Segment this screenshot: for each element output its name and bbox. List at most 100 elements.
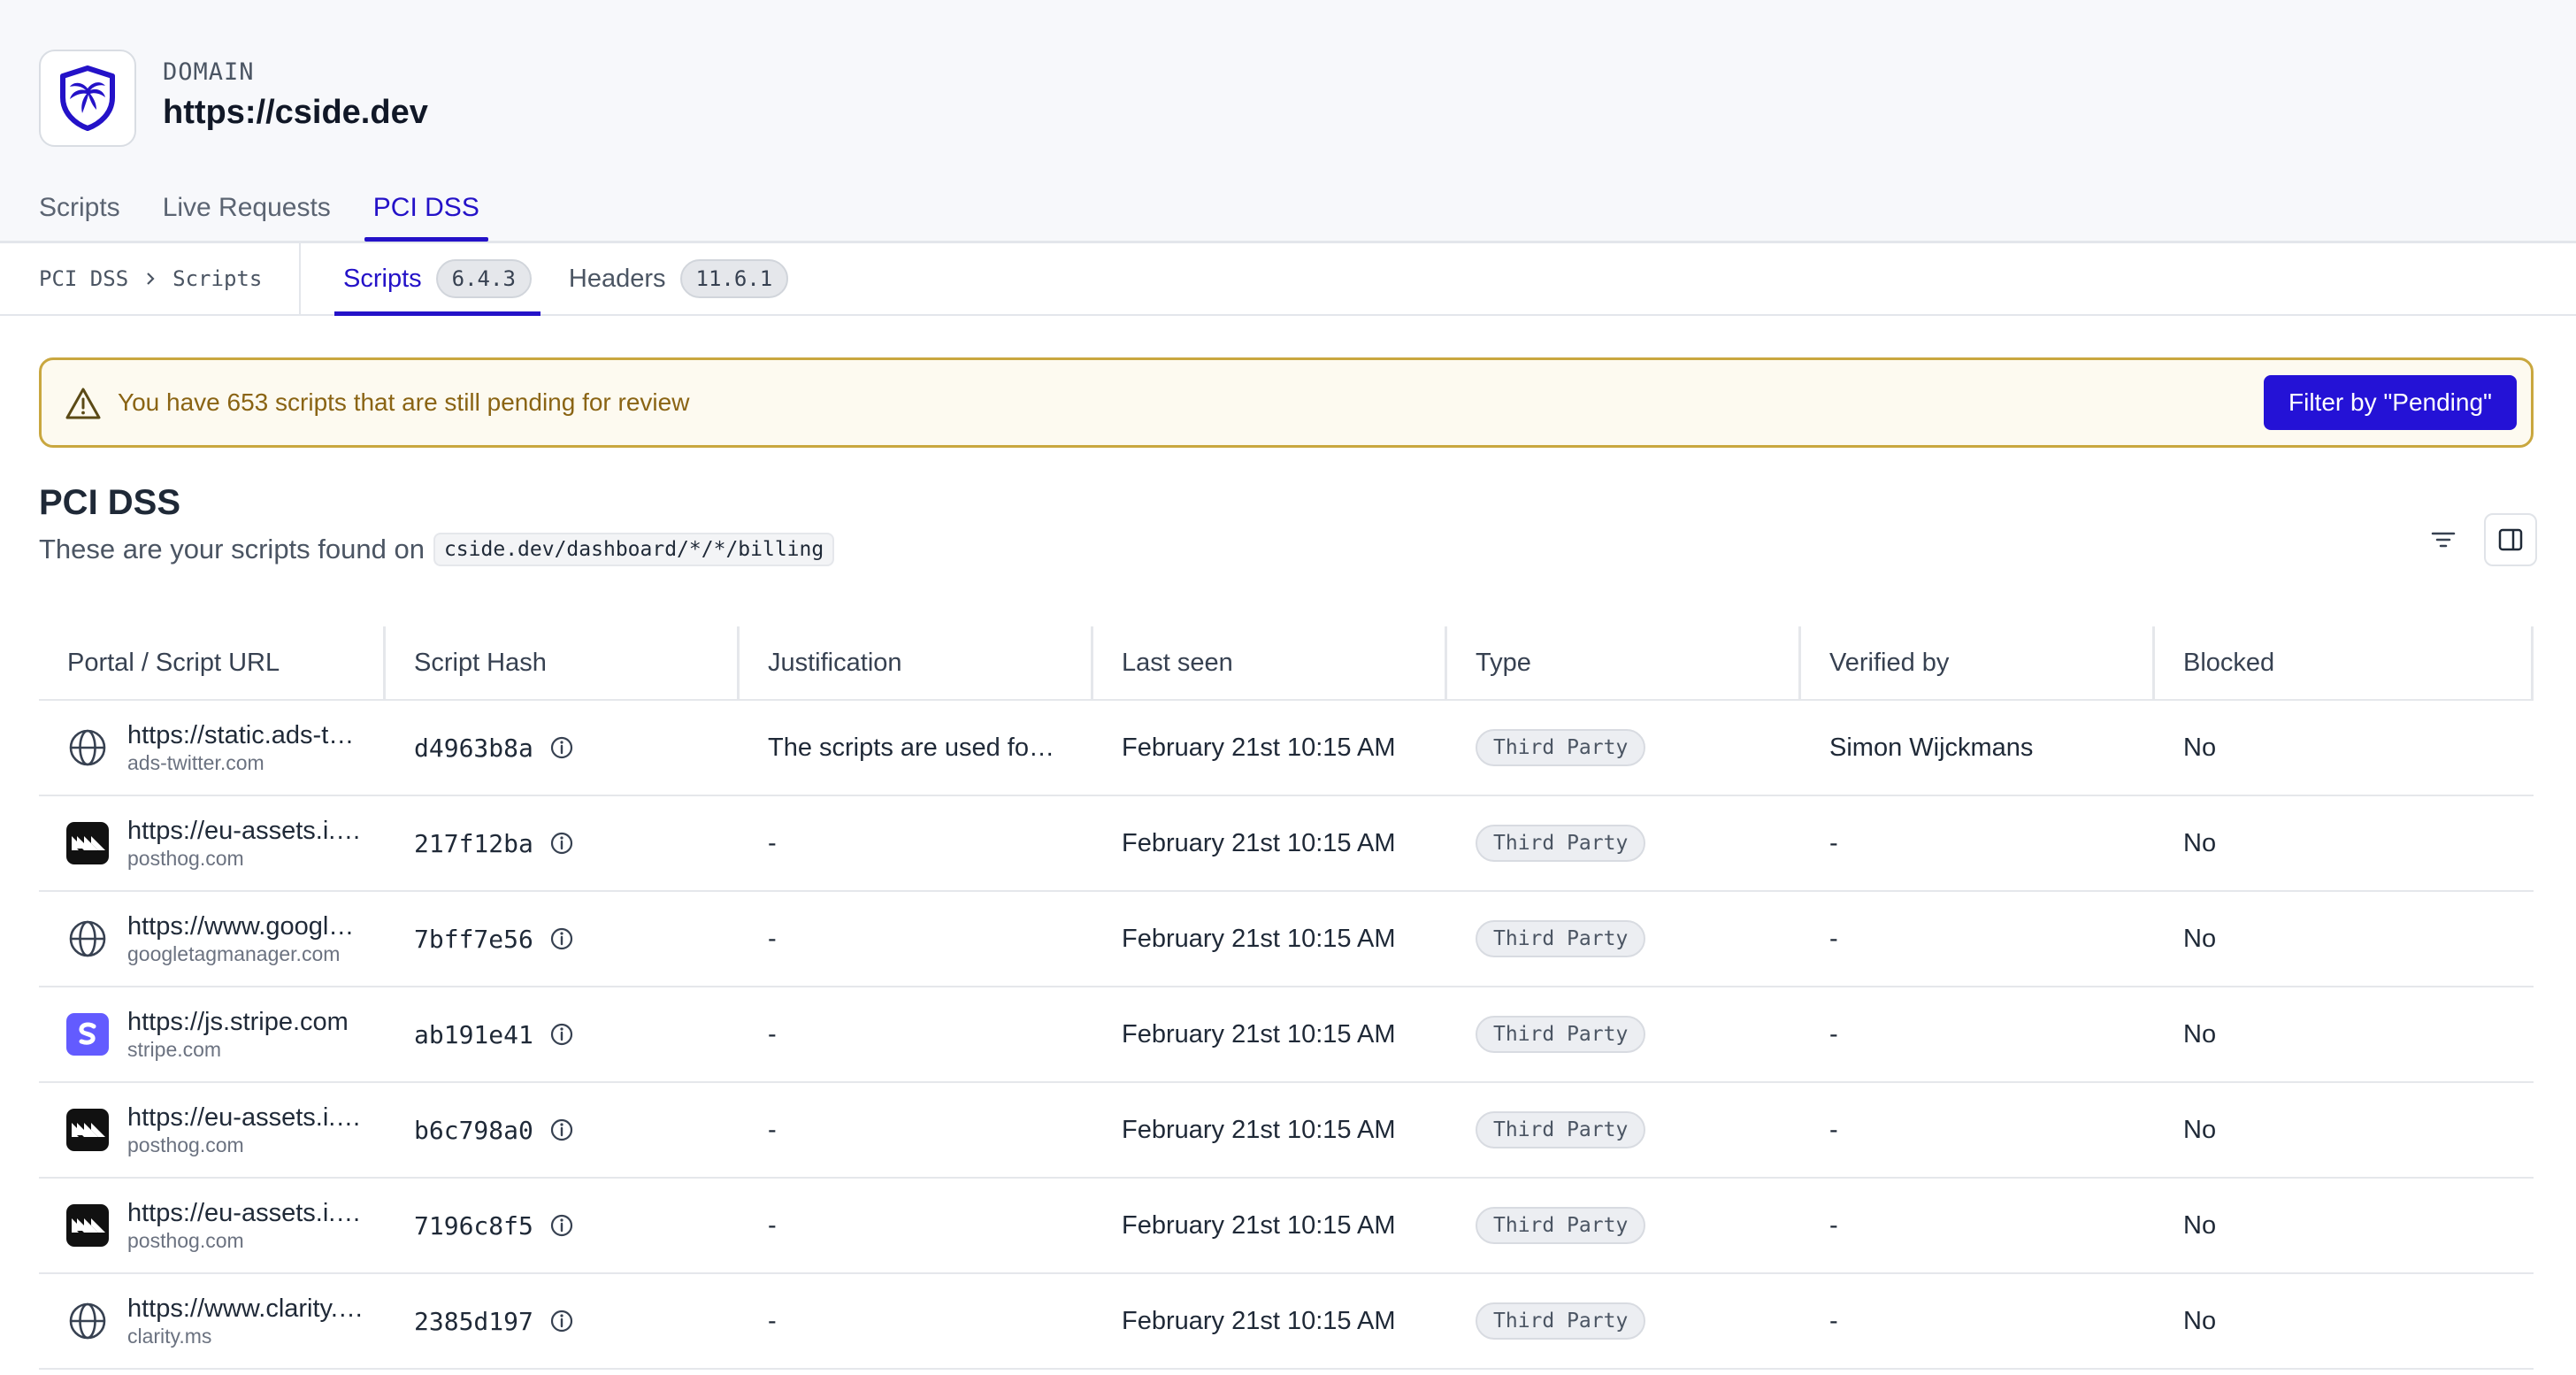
filter-button[interactable] — [2426, 522, 2461, 557]
last-seen-cell: February 21st 10:15 AM — [1093, 987, 1447, 1081]
hash-cell: 217f12ba — [386, 796, 740, 890]
portal-text: https://static.ads-twitter.com ads-twitt… — [127, 720, 366, 775]
column-header-last-seen[interactable]: Last seen — [1093, 626, 1447, 699]
info-circle-icon[interactable] — [549, 1309, 574, 1333]
sidebar-panel-icon — [2498, 528, 2523, 551]
script-url[interactable]: https://eu-assets.i.posthog.com — [127, 1102, 366, 1133]
table-row[interactable]: https://eu-assets.i.posthog.com posthog.… — [39, 796, 2534, 892]
portal: https://js.stripe.com stripe.com — [65, 1007, 349, 1062]
script-domain: stripe.com — [127, 1037, 222, 1061]
justification: - — [768, 1019, 777, 1049]
info-circle-icon[interactable] — [549, 1213, 574, 1238]
portal-icon — [65, 1299, 110, 1343]
portal-text: https://www.googletagmanager.com googlet… — [127, 911, 366, 966]
portal-cell: https://www.clarity.ms clarity.ms — [39, 1274, 386, 1368]
table-row[interactable]: https://js.stripe.com stripe.com ab191e4… — [39, 987, 2534, 1083]
filter-pending-button[interactable]: Filter by "Pending" — [2264, 375, 2517, 430]
hash-wrapper: 7196c8f5 — [414, 1211, 574, 1241]
script-url[interactable]: https://www.googletagmanager.com — [127, 911, 366, 942]
blocked-status: No — [2183, 828, 2217, 857]
toggle-panel-button[interactable] — [2484, 513, 2537, 566]
table-row[interactable]: https://static.ads-twitter.com ads-twitt… — [39, 701, 2534, 796]
verified-by: - — [1829, 828, 1838, 857]
last-seen: February 21st 10:15 AM — [1122, 1306, 1396, 1335]
subnav-divider — [299, 243, 301, 314]
blocked-status: No — [2183, 924, 2217, 953]
last-seen: February 21st 10:15 AM — [1122, 1115, 1396, 1144]
blocked-status: No — [2183, 1115, 2217, 1144]
tab-pci-dss[interactable]: PCI DSS — [364, 182, 488, 242]
sub-navigation: PCI DSS Scripts Scripts 6.4.3 Headers 11… — [0, 243, 2576, 316]
justification-cell: - — [740, 1179, 1093, 1272]
hash-cell: d4963b8a — [386, 701, 740, 795]
posthog-logo-icon — [66, 1203, 109, 1247]
last-seen: February 21st 10:15 AM — [1122, 828, 1396, 857]
stripe-logo-icon — [66, 1012, 109, 1056]
justification-cell: - — [740, 892, 1093, 986]
script-hash: ab191e41 — [414, 1019, 533, 1049]
column-header-justification[interactable]: Justification — [740, 626, 1093, 699]
column-header-blocked[interactable]: Blocked — [2155, 626, 2534, 699]
posthog-logo-icon — [66, 821, 109, 864]
breadcrumb-item-pci-dss[interactable]: PCI DSS — [39, 266, 128, 291]
last-seen-cell: February 21st 10:15 AM — [1093, 892, 1447, 986]
type-cell: Third Party — [1447, 987, 1801, 1081]
table-row[interactable]: https://www.googletagmanager.com googlet… — [39, 892, 2534, 987]
info-circle-icon[interactable] — [549, 831, 574, 856]
section-title: PCI DSS — [39, 483, 181, 522]
scripts-table: Portal / Script URL Script Hash Justific… — [39, 626, 2534, 1370]
portal-text: https://eu-assets.i.posthog.com posthog.… — [127, 1102, 366, 1157]
breadcrumb-item-scripts: Scripts — [172, 266, 263, 291]
script-url[interactable]: https://js.stripe.com — [127, 1007, 349, 1038]
column-header-portal[interactable]: Portal / Script URL — [39, 626, 386, 699]
pending-review-alert: You have 653 scripts that are still pend… — [39, 357, 2534, 448]
script-url[interactable]: https://www.clarity.ms — [127, 1294, 366, 1325]
domain-logo — [39, 50, 136, 147]
table-row[interactable]: https://eu-assets.i.posthog.com posthog.… — [39, 1179, 2534, 1274]
shield-palm-logo-icon — [60, 65, 115, 131]
script-hash: 7bff7e56 — [414, 924, 533, 954]
info-circle-icon[interactable] — [549, 735, 574, 760]
tab-scripts[interactable]: Scripts — [39, 182, 120, 239]
table-header: Portal / Script URL Script Hash Justific… — [39, 626, 2534, 701]
info-circle-icon[interactable] — [549, 1022, 574, 1047]
table-row[interactable]: https://eu-assets.i.posthog.com posthog.… — [39, 1083, 2534, 1179]
last-seen-cell: February 21st 10:15 AM — [1093, 1274, 1447, 1368]
portal-cell: https://eu-assets.i.posthog.com posthog.… — [39, 796, 386, 890]
section-path-code: cside.dev/dashboard/*/*/billing — [433, 533, 835, 566]
tab-live-requests[interactable]: Live Requests — [163, 182, 331, 239]
subtab-headers[interactable]: Headers 11.6.1 — [560, 243, 797, 314]
type-cell: Third Party — [1447, 892, 1801, 986]
portal-icon — [65, 1012, 110, 1056]
info-circle-icon[interactable] — [549, 1118, 574, 1142]
last-seen: February 21st 10:15 AM — [1122, 1019, 1396, 1049]
portal-cell: https://eu-assets.i.posthog.com posthog.… — [39, 1083, 386, 1177]
alert-icon-wrapper — [65, 387, 102, 425]
portal: https://eu-assets.i.posthog.com posthog.… — [65, 816, 366, 871]
script-url[interactable]: https://eu-assets.i.posthog.com — [127, 1198, 366, 1229]
portal-icon — [65, 1108, 110, 1152]
column-header-verified-by[interactable]: Verified by — [1801, 626, 2155, 699]
alert-message: You have 653 scripts that are still pend… — [118, 388, 690, 416]
column-header-type[interactable]: Type — [1447, 626, 1801, 699]
hash-wrapper: 217f12ba — [414, 829, 574, 858]
blocked-status: No — [2183, 1210, 2217, 1240]
script-url[interactable]: https://static.ads-twitter.com — [127, 720, 366, 751]
hash-wrapper: b6c798a0 — [414, 1116, 574, 1145]
script-url[interactable]: https://eu-assets.i.posthog.com — [127, 816, 366, 847]
portal-cell: https://www.googletagmanager.com googlet… — [39, 892, 386, 986]
table-row[interactable]: https://www.clarity.ms clarity.ms 2385d1… — [39, 1274, 2534, 1370]
justification: The scripts are used for tracking — [768, 733, 1060, 762]
verified-by: - — [1829, 1019, 1838, 1049]
subtab-scripts[interactable]: Scripts 6.4.3 — [334, 243, 540, 316]
type-badge: Third Party — [1476, 729, 1646, 766]
blocked-cell: No — [2155, 1274, 2534, 1368]
column-header-hash[interactable]: Script Hash — [386, 626, 740, 699]
last-seen-cell: February 21st 10:15 AM — [1093, 1083, 1447, 1177]
info-circle-icon[interactable] — [549, 926, 574, 951]
domain-value: https://cside.dev — [163, 94, 428, 131]
blocked-cell: No — [2155, 701, 2534, 795]
type-badge: Third Party — [1476, 1016, 1646, 1053]
portal-text: https://www.clarity.ms clarity.ms — [127, 1294, 366, 1348]
blocked-status: No — [2183, 1306, 2217, 1335]
